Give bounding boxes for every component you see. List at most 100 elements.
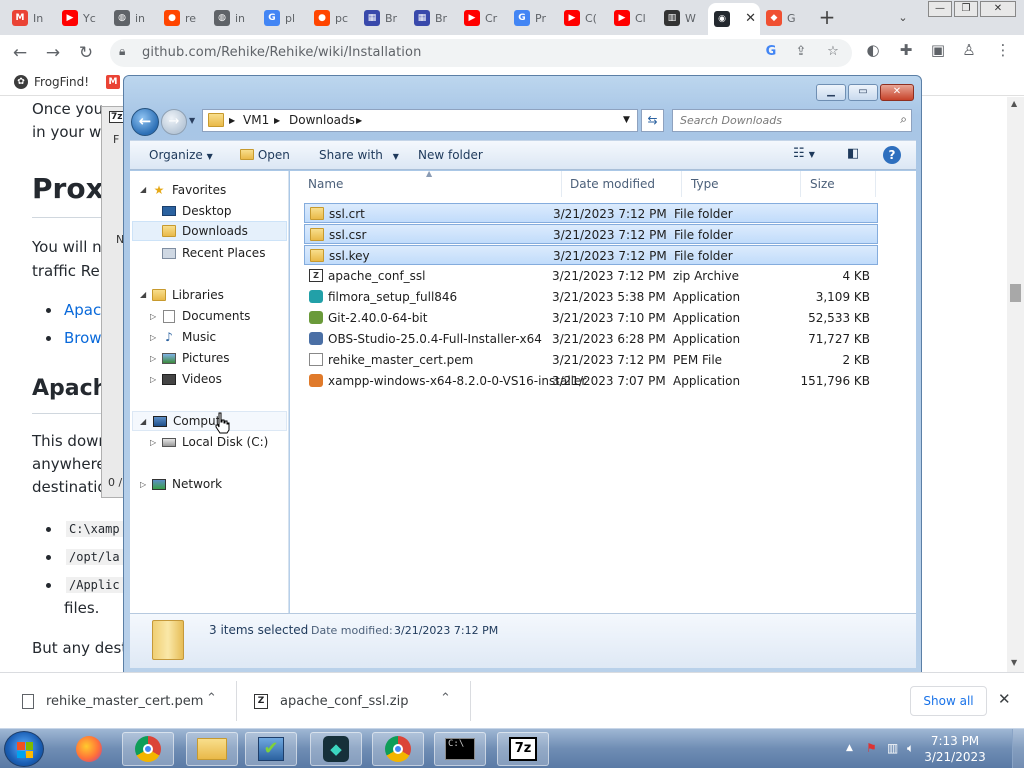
- collapse-arrow-icon[interactable]: ▷: [150, 354, 156, 363]
- filmora-icon[interactable]: ◆: [310, 732, 362, 766]
- browser-tab[interactable]: ◍ in: [208, 5, 258, 31]
- browser-tab[interactable]: M In: [6, 5, 56, 31]
- column-header-date[interactable]: Date modified: [560, 171, 682, 197]
- scroll-down-arrow-icon[interactable]: ▼: [1011, 658, 1017, 667]
- browser-tab[interactable]: ● pc: [308, 5, 358, 31]
- bookmark-star-icon[interactable]: ☆: [824, 44, 842, 59]
- reload-icon[interactable]: ↻: [74, 41, 98, 65]
- collapse-arrow-icon[interactable]: ▷: [150, 333, 156, 342]
- share-with-button[interactable]: Share with ▼: [319, 148, 399, 162]
- extension-circle-icon[interactable]: ◐: [862, 41, 884, 59]
- download-item-pem[interactable]: rehike_master_cert.pem: [22, 673, 203, 729]
- browser-tab[interactable]: ▶ Yc: [56, 5, 108, 31]
- browser-tab[interactable]: ▦ Br: [358, 5, 408, 31]
- tab-search-chevron-icon[interactable]: ⌄: [893, 8, 913, 28]
- explorer-minimize-button[interactable]: ▁: [816, 84, 846, 101]
- nav-music[interactable]: ♪ Music: [161, 327, 216, 347]
- breadcrumb-separator-icon[interactable]: ▶: [274, 116, 280, 125]
- file-row[interactable]: ssl.key 3/21/2023 7:12 PM File folder: [304, 245, 878, 265]
- column-header-type[interactable]: Type: [681, 171, 801, 197]
- file-row[interactable]: ssl.csr 3/21/2023 7:12 PM File folder: [304, 224, 878, 244]
- browser-tab[interactable]: ▶ Cr: [458, 5, 508, 31]
- organize-button[interactable]: Organize ▼: [149, 148, 213, 162]
- volume-icon[interactable]: 🔈︎: [907, 741, 914, 756]
- view-options-icon[interactable]: ☷ ▼: [793, 146, 815, 161]
- breadcrumb-separator-icon[interactable]: ▶: [229, 116, 235, 125]
- explorer-search-box[interactable]: Search Downloads ⌕: [672, 109, 912, 132]
- file-explorer-icon[interactable]: [186, 732, 238, 766]
- nav-desktop[interactable]: Desktop: [161, 201, 232, 221]
- chrome-menu-icon[interactable]: ⋮: [992, 41, 1014, 59]
- breadcrumb-vm1[interactable]: VM1: [243, 113, 269, 127]
- collapse-arrow-icon[interactable]: ▷: [150, 312, 156, 321]
- file-row[interactable]: Git-2.40.0-64-bit 3/21/2023 7:10 PM Applic…: [304, 308, 878, 328]
- firefox-icon[interactable]: [63, 732, 115, 766]
- explorer-back-button[interactable]: ←: [131, 108, 159, 136]
- expand-arrow-icon[interactable]: ◢: [140, 185, 146, 194]
- breadcrumb-separator-icon[interactable]: ▶: [356, 116, 362, 125]
- browser-tab[interactable]: ▦ Br: [408, 5, 458, 31]
- tray-expand-icon[interactable]: ▲: [846, 743, 853, 753]
- explorer-close-button[interactable]: ✕: [880, 84, 914, 101]
- browser-tab[interactable]: ▥ W: [658, 5, 708, 31]
- browser-restore-button[interactable]: ❐: [954, 1, 978, 17]
- side-panel-icon[interactable]: ▣: [927, 41, 949, 59]
- nav-videos[interactable]: Videos: [161, 369, 222, 389]
- profile-avatar-icon[interactable]: ♙: [958, 41, 980, 59]
- browser-tab[interactable]: ▶ Cl: [608, 5, 658, 31]
- command-prompt-icon[interactable]: C:\: [434, 732, 486, 766]
- nav-downloads[interactable]: Downloads: [132, 221, 287, 241]
- nav-documents[interactable]: Documents: [161, 306, 250, 326]
- scroll-up-arrow-icon[interactable]: ▲: [1011, 99, 1017, 108]
- share-icon[interactable]: ⇪: [792, 44, 810, 59]
- new-folder-button[interactable]: New folder: [418, 148, 483, 162]
- nav-computer[interactable]: Comput: [132, 411, 287, 431]
- address-dropdown-icon[interactable]: ▼: [623, 115, 630, 125]
- explorer-maximize-button[interactable]: ▭: [848, 84, 878, 101]
- browser-tab[interactable]: G Pr: [508, 5, 558, 31]
- url-text[interactable]: github.com/Rehike/Rehike/wiki/Installati…: [142, 45, 421, 60]
- page-scrollbar-thumb[interactable]: [1010, 284, 1021, 302]
- help-icon[interactable]: ?: [883, 146, 901, 164]
- back-arrow-icon[interactable]: ←: [8, 41, 32, 65]
- preview-pane-icon[interactable]: ◧: [847, 146, 859, 161]
- nav-network[interactable]: Network: [151, 474, 222, 494]
- bookmark-frogfind[interactable]: ✿ FrogFind!: [14, 75, 89, 89]
- explorer-address-bar[interactable]: ▶ VM1 ▶ Downloads ▶ ▼: [202, 109, 638, 132]
- open-button[interactable]: Open: [240, 148, 290, 162]
- start-button[interactable]: [4, 731, 44, 767]
- close-tab-icon[interactable]: ✕: [745, 11, 756, 26]
- google-lens-icon[interactable]: G: [762, 44, 780, 59]
- web-link-apache[interactable]: Apac: [64, 301, 101, 319]
- expand-arrow-icon[interactable]: ◢: [140, 417, 146, 426]
- close-download-bar-icon[interactable]: ✕: [998, 690, 1011, 708]
- nav-recent-places[interactable]: Recent Places: [161, 243, 265, 263]
- page-scrollbar[interactable]: [1007, 97, 1024, 672]
- web-link-browser[interactable]: Brow: [64, 329, 102, 347]
- download-item-zip[interactable]: Z apache_conf_ssl.zip: [254, 673, 408, 729]
- browser-tab[interactable]: ◍ in: [108, 5, 158, 31]
- network-tray-icon[interactable]: ▥: [887, 741, 898, 755]
- explorer-forward-button[interactable]: →: [161, 109, 187, 135]
- browser-minimize-button[interactable]: —: [928, 1, 952, 17]
- collapse-arrow-icon[interactable]: ▷: [150, 438, 156, 447]
- file-row[interactable]: filmora_setup_full846 3/21/2023 5:38 PM Ap…: [304, 287, 878, 307]
- collapse-arrow-icon[interactable]: ▷: [140, 480, 146, 489]
- new-tab-button[interactable]: +: [815, 6, 839, 30]
- file-row[interactable]: xampp-windows-x64-8.2.0-0-VS16-installer…: [304, 371, 878, 391]
- browser-tab[interactable]: ▶ C(: [558, 5, 608, 31]
- 7zip-icon[interactable]: 7z: [497, 732, 549, 766]
- browser-tab[interactable]: ● re: [158, 5, 208, 31]
- address-bar[interactable]: 🔒︎ github.com/Rehike/Rehike/wiki/Install…: [110, 39, 852, 67]
- browser-tab[interactable]: Gpl: [258, 5, 308, 31]
- action-center-flag-icon[interactable]: ⚑: [866, 741, 877, 755]
- collapse-arrow-icon[interactable]: ▷: [150, 375, 156, 384]
- chrome-icon[interactable]: [372, 732, 424, 766]
- explorer-refresh-button[interactable]: ⇆: [641, 109, 664, 132]
- forward-arrow-icon[interactable]: →: [41, 41, 65, 65]
- browser-close-button[interactable]: ✕: [980, 1, 1016, 17]
- nav-favorites[interactable]: ★ Favorites: [151, 180, 227, 200]
- chrome-icon[interactable]: [122, 732, 174, 766]
- download-options-chevron-icon[interactable]: ⌃: [440, 691, 451, 706]
- file-row[interactable]: ssl.crt 3/21/2023 7:12 PM File folder: [304, 203, 878, 223]
